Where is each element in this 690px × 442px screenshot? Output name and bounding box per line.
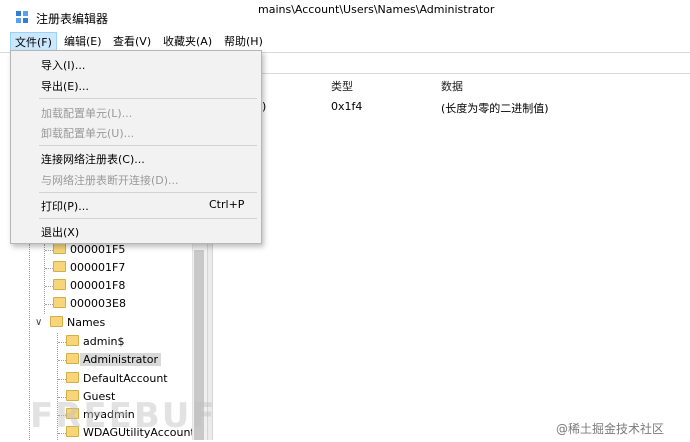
tree-connector xyxy=(58,342,66,343)
tree-node-label: Names xyxy=(67,316,106,329)
tree-node-label: Administrator xyxy=(80,353,161,366)
menu-separator xyxy=(39,98,257,99)
value-data-cell[interactable]: (长度为零的二进制值) xyxy=(441,100,549,116)
tree-node-label: 000001F5 xyxy=(70,243,126,256)
menu-view[interactable]: 查看(V) xyxy=(109,32,155,51)
regedit-app-icon xyxy=(16,11,30,25)
tree-node-label: 000001F7 xyxy=(70,261,126,274)
window-title: 注册表编辑器 xyxy=(36,12,109,26)
chevron-down-icon[interactable]: ∨ xyxy=(35,317,42,328)
menu-item-disconnect-network: 与网络注册表断开连接(D)... xyxy=(41,174,179,187)
menu-item-exit[interactable]: 退出(X) xyxy=(41,224,79,240)
value-type-cell[interactable]: 0x1f4 xyxy=(331,100,362,113)
column-header-data[interactable]: 数据 xyxy=(441,78,463,94)
tree-connector xyxy=(58,360,66,361)
watermark-freebuf: FREEBUF xyxy=(30,396,217,436)
tree-node-label: 000003E8 xyxy=(70,297,126,310)
tree-node-selected[interactable]: Administrator xyxy=(66,351,161,369)
file-menu-dropdown: 导入(I)... 导出(E)... 加载配置单元(L)... 卸载配置单元(U)… xyxy=(10,50,262,244)
address-path[interactable]: mains\Account\Users\Names\Administrator xyxy=(258,3,494,16)
folder-icon xyxy=(66,353,79,364)
tree-connector xyxy=(45,268,53,269)
menu-edit[interactable]: 编辑(E) xyxy=(60,32,106,51)
tree-node[interactable]: 000001F7 xyxy=(53,259,125,277)
column-header-type[interactable]: 类型 xyxy=(331,78,353,94)
folder-icon xyxy=(50,316,63,327)
menu-bar: 文件(F) 编辑(E) 查看(V) 收藏夹(A) 帮助(H) xyxy=(0,32,690,51)
tree-node-label: DefaultAccount xyxy=(83,372,168,385)
watermark-juejin: @稀土掘金技术社区 xyxy=(556,422,665,436)
tree-node-label: admin$ xyxy=(83,335,125,348)
menu-item-import[interactable]: 导入(I)... xyxy=(41,57,85,73)
folder-icon xyxy=(66,372,79,383)
tree-node[interactable]: 000003E8 xyxy=(53,295,126,313)
tree-connector xyxy=(45,250,53,251)
folder-icon xyxy=(53,261,66,272)
tree-node-label: 000001F8 xyxy=(70,279,126,292)
menu-item-connect-network[interactable]: 连接网络注册表(C)... xyxy=(41,151,145,167)
tree-node[interactable]: admin$ xyxy=(66,333,124,351)
print-shortcut: Ctrl+P xyxy=(209,198,245,211)
folder-icon xyxy=(53,297,66,308)
menu-file[interactable]: 文件(F) xyxy=(10,32,57,51)
folder-icon xyxy=(53,243,66,254)
tree-node[interactable]: DefaultAccount xyxy=(66,370,168,388)
menu-item-print[interactable]: 打印(P)... xyxy=(41,198,89,214)
tree-node-names[interactable]: Names xyxy=(50,314,105,332)
menu-item-unload-hive: 卸载配置单元(U)... xyxy=(41,127,135,140)
menu-item-load-hive: 加载配置单元(L)... xyxy=(41,107,133,120)
folder-icon xyxy=(66,335,79,346)
menu-help[interactable]: 帮助(H) xyxy=(220,32,267,51)
folder-icon xyxy=(53,279,66,290)
menu-separator xyxy=(39,192,257,193)
menu-item-export[interactable]: 导出(E)... xyxy=(41,78,89,94)
tree-connector xyxy=(45,304,53,305)
tree-connector xyxy=(45,286,53,287)
tree-node[interactable]: 000001F8 xyxy=(53,277,125,295)
tree-connector xyxy=(58,379,66,380)
value-name-cell[interactable]: ) xyxy=(262,100,266,113)
menu-favorites[interactable]: 收藏夹(A) xyxy=(159,32,216,51)
menu-separator xyxy=(39,145,257,146)
menu-separator xyxy=(39,218,257,219)
